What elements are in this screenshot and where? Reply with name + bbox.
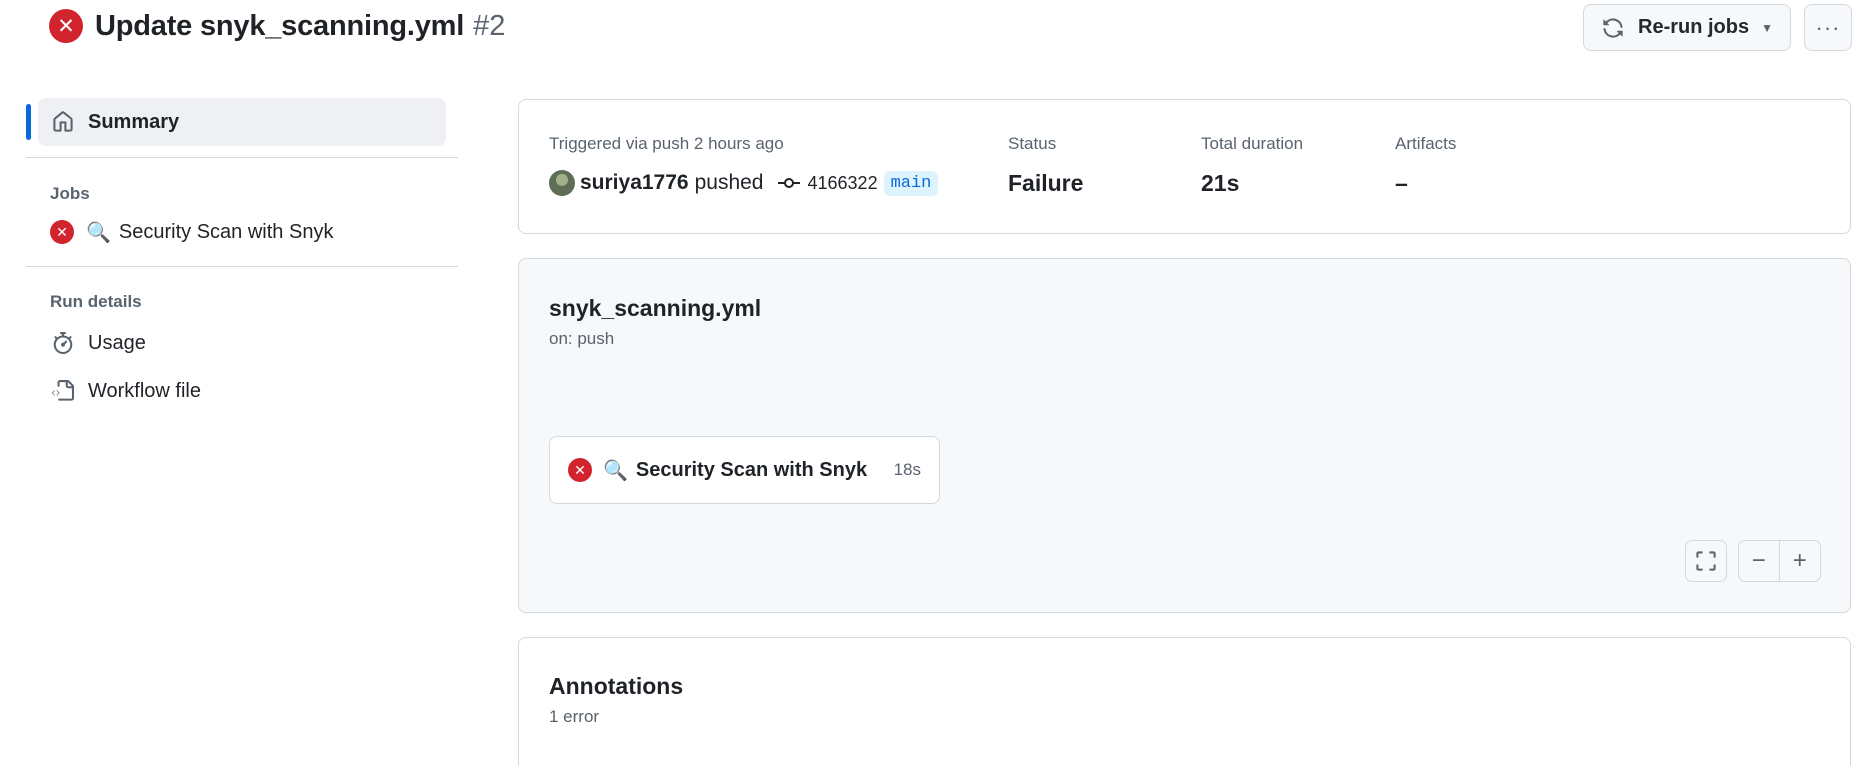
dash-icon: − [1751, 547, 1766, 574]
commit-link[interactable]: 4166322 [777, 172, 878, 194]
duration-value: 21s [1201, 170, 1240, 196]
annotations-count: 1 error [549, 707, 600, 726]
zoom-in-button[interactable]: + [1780, 541, 1821, 581]
sidebar-item-label: Workflow file [88, 379, 201, 402]
divider [26, 266, 458, 267]
git-commit-icon [777, 178, 800, 188]
sidebar-item-summary[interactable]: Summary [26, 98, 446, 146]
home-icon [50, 109, 76, 135]
artifacts-value: – [1395, 170, 1408, 196]
more-options-button[interactable]: ··· [1804, 4, 1852, 51]
zoom-out-button[interactable]: − [1739, 541, 1780, 581]
active-indicator [26, 104, 31, 140]
annotations-card: Annotations 1 error [518, 637, 1851, 766]
commit-sha: 4166322 [807, 172, 878, 193]
trigger-label: Triggered via push 2 hours ago [549, 134, 784, 153]
workflow-graph-card: snyk_scanning.yml on: push ✕ 🔍 Security … [518, 258, 1851, 613]
screen-full-icon [1696, 551, 1716, 571]
kebab-horizontal-icon: ··· [1815, 14, 1841, 40]
file-code-icon [50, 378, 76, 404]
duration-label: Total duration [1201, 134, 1304, 153]
x-circle-fill-icon: ✕ [49, 9, 83, 43]
rerun-jobs-label: Re-run jobs [1638, 16, 1750, 38]
artifacts-label: Artifacts [1395, 134, 1457, 153]
sidebar-item-label: Summary [88, 110, 180, 133]
annotations-title: Annotations [549, 673, 684, 699]
fullscreen-button[interactable] [1685, 540, 1727, 582]
sidebar-item-label: Usage [88, 331, 146, 354]
actor-link[interactable]: suriya1776 [580, 171, 689, 195]
job-duration: 18s [893, 460, 921, 479]
status-value: Failure [1008, 170, 1084, 196]
magnifier-emoji-icon: 🔍 [86, 221, 111, 244]
plus-icon: + [1792, 547, 1807, 574]
job-node[interactable]: ✕ 🔍 Security Scan with Snyk 18s [549, 436, 940, 504]
run-header: ✕ Update snyk_scanning.yml #2 Re-run job… [0, 0, 1858, 60]
run-number: #2 [473, 9, 506, 42]
status-label: Status [1008, 134, 1057, 153]
x-circle-fill-icon: ✕ [568, 458, 592, 482]
x-circle-fill-icon: ✕ [50, 220, 74, 244]
job-name: Security Scan with Snyk [635, 458, 868, 481]
sidebar-item-usage[interactable]: Usage [26, 319, 458, 367]
magnifier-emoji-icon: 🔍 [603, 459, 628, 482]
trigger-details: suriya1776 pushed 4166322 main [549, 170, 939, 196]
divider [26, 157, 458, 158]
sidebar-item-job[interactable]: ✕ 🔍 Security Scan with Snyk [26, 208, 458, 256]
avatar[interactable] [549, 170, 575, 196]
run-title: ✕ Update snyk_scanning.yml #2 [49, 9, 505, 43]
branch-badge[interactable]: main [883, 170, 939, 196]
sidebar: Summary Jobs ✕ 🔍 Security Scan with Snyk… [26, 98, 458, 415]
run-title-text: Update snyk_scanning.yml [95, 9, 465, 42]
triangle-down-icon: ▼ [1761, 20, 1774, 35]
zoom-controls: − + [1738, 540, 1821, 582]
workflow-trigger: on: push [549, 329, 615, 348]
jobs-heading: Jobs [50, 184, 90, 203]
run-summary-card: Triggered via push 2 hours ago suriya177… [518, 99, 1851, 234]
sync-icon [1603, 17, 1623, 38]
run-details-heading: Run details [50, 292, 142, 311]
sidebar-item-label: Security Scan with Snyk [118, 220, 334, 243]
workflow-file-name: snyk_scanning.yml [549, 295, 762, 321]
rerun-jobs-button[interactable]: Re-run jobs ▼ [1583, 4, 1791, 51]
sidebar-item-workflow-file[interactable]: Workflow file [26, 367, 458, 415]
stopwatch-icon [50, 330, 76, 356]
action-text: pushed [694, 171, 764, 194]
